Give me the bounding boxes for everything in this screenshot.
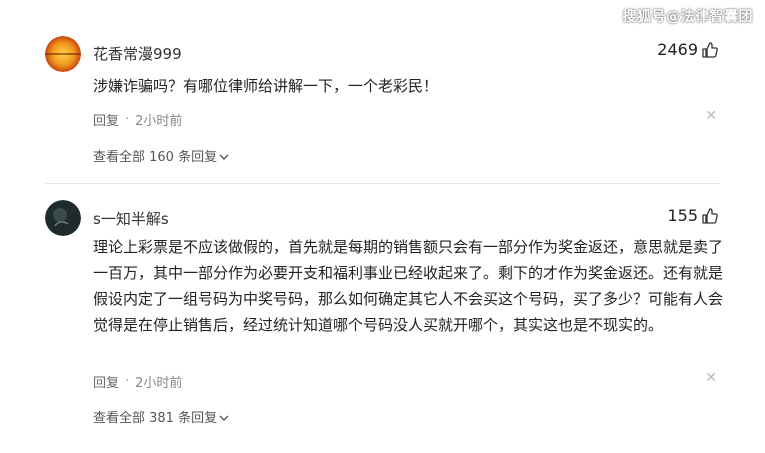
separator-dot: · (125, 374, 130, 389)
chevron-down-icon (219, 412, 229, 422)
comment-meta: 回复 · 2小时前 (93, 110, 182, 129)
watermark: 搜狐号@法律智囊团 (622, 9, 753, 25)
view-all-replies-link[interactable]: 查看全部 160 条回复 (93, 146, 229, 165)
view-all-label: 查看全部 381 条回复 (93, 411, 218, 426)
timestamp: 2小时前 (135, 376, 183, 391)
avatar[interactable] (45, 36, 81, 72)
like-button[interactable]: 2469 (657, 40, 719, 59)
like-button[interactable]: 155 (667, 206, 719, 225)
view-all-replies-link[interactable]: 查看全部 381 条回复 (93, 407, 229, 426)
reply-button[interactable]: 回复 (93, 372, 119, 391)
username[interactable]: 花香常漫999 (93, 43, 182, 64)
reply-button[interactable]: 回复 (93, 110, 119, 129)
username[interactable]: s一知半解s (93, 208, 169, 229)
like-count: 155 (667, 206, 698, 225)
comment-text: 涉嫌诈骗吗？有哪位律师给讲解一下，一个老彩民！ (93, 77, 439, 95)
thumbs-up-icon (701, 41, 719, 59)
view-all-label: 查看全部 160 条回复 (93, 150, 218, 165)
like-count: 2469 (657, 40, 698, 59)
divider (45, 183, 720, 184)
close-icon[interactable]: ✕ (705, 370, 717, 386)
chevron-down-icon (219, 151, 229, 161)
timestamp: 2小时前 (135, 114, 183, 129)
separator-dot: · (125, 112, 130, 127)
comment-text: 理论上彩票是不应该做假的，首先就是每期的销售额只会有一部分作为奖金返还，意思就是… (93, 238, 724, 334)
comment-meta: 回复 · 2小时前 (93, 372, 182, 391)
avatar[interactable] (45, 200, 81, 236)
thumbs-up-icon (701, 207, 719, 225)
close-icon[interactable]: ✕ (705, 108, 717, 124)
